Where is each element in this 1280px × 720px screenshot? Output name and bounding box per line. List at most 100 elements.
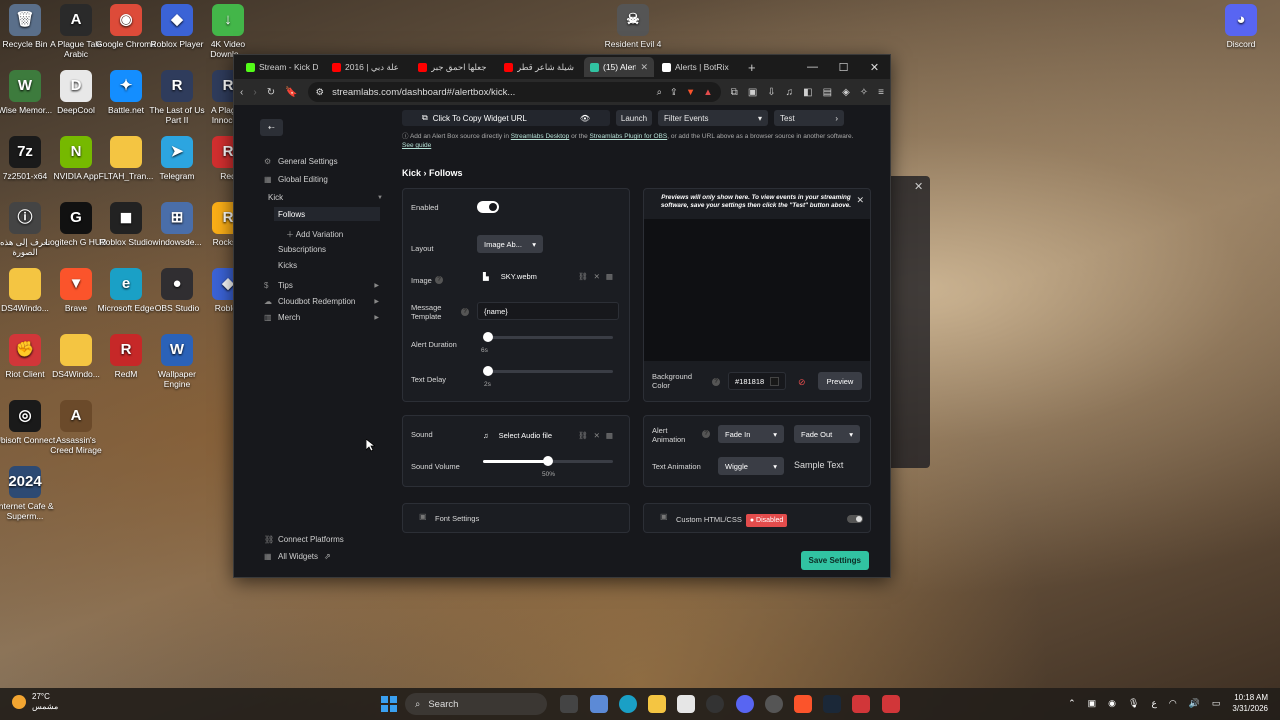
- browser-tab[interactable]: جعلها احمق جبر: [412, 57, 496, 77]
- filter-events-dropdown[interactable]: Filter Events ▾: [658, 110, 768, 126]
- back-to-dashboard-button[interactable]: ⇠: [260, 119, 283, 136]
- desktop-shortcut[interactable]: ☠ Resident Evil 4: [602, 4, 664, 49]
- discord-taskbar-icon[interactable]: [736, 695, 754, 713]
- sound-volume-slider[interactable]: [483, 456, 613, 466]
- brave-taskbar-icon[interactable]: [794, 695, 812, 713]
- vpn-icon[interactable]: ◈: [842, 87, 850, 98]
- sidebar-icon[interactable]: ◧: [803, 87, 812, 98]
- brave-shield-icon[interactable]: ▼: [686, 87, 695, 98]
- color-swatch[interactable]: [770, 376, 779, 386]
- menu-icon[interactable]: ≡: [878, 87, 884, 98]
- clear-icon[interactable]: ✕: [594, 431, 600, 440]
- close-window-button[interactable]: ✕: [859, 55, 890, 79]
- share-icon[interactable]: ⇪: [670, 87, 678, 98]
- minimize-button[interactable]: —: [797, 55, 828, 79]
- address-bar[interactable]: ⚙ streamlabs.com/dashboard#/alertbox/kic…: [307, 82, 721, 102]
- preview-button[interactable]: Preview: [818, 372, 862, 390]
- browser-tab[interactable]: شيلة شاعر قطر: [498, 57, 582, 77]
- zoom-icon[interactable]: ⌕: [657, 87, 662, 98]
- obs-taskbar-icon[interactable]: [706, 695, 724, 713]
- help-icon[interactable]: ?: [702, 430, 710, 438]
- steam-taskbar-icon[interactable]: [823, 695, 841, 713]
- slider-knob[interactable]: [483, 332, 493, 342]
- browser-tab[interactable]: Alerts | BotRix: [656, 57, 740, 77]
- bookmark-icon[interactable]: 🔖: [285, 87, 297, 98]
- leo-icon[interactable]: ✧: [860, 87, 868, 98]
- help-icon[interactable]: ?: [712, 378, 720, 386]
- calculator-icon[interactable]: [677, 695, 695, 713]
- desktop-shortcut[interactable]: 2024 Internet Cafe & Superm...: [0, 466, 56, 521]
- settings-taskbar-icon[interactable]: [765, 695, 783, 713]
- gallery-icon[interactable]: ▦: [606, 272, 613, 281]
- help-icon[interactable]: ?: [461, 308, 469, 316]
- taskbar-search[interactable]: ⌕ Search: [405, 693, 547, 715]
- obs-plugin-link[interactable]: Streamlabs Plugin for OBS: [590, 133, 668, 140]
- screenshot-icon[interactable]: ▣: [748, 87, 757, 98]
- custom-html-panel[interactable]: ▣ Custom HTML/CSS ● Disabled: [643, 503, 871, 533]
- see-guide-link[interactable]: See guide: [402, 142, 431, 149]
- sidebar-item-follows[interactable]: Follows: [274, 207, 380, 221]
- language-indicator[interactable]: ع: [1151, 698, 1156, 709]
- wifi-icon[interactable]: ◠: [1169, 698, 1177, 709]
- browser-tab[interactable]: 2016 | علة دبي: [326, 57, 410, 77]
- custom-html-toggle[interactable]: [847, 515, 863, 523]
- launch-button[interactable]: Launch: [616, 110, 652, 126]
- task-view-icon[interactable]: [560, 695, 578, 713]
- battery-icon[interactable]: ▭: [1212, 698, 1221, 709]
- background-window-close-icon[interactable]: ✕: [914, 180, 923, 193]
- eye-icon[interactable]: 👁: [580, 114, 590, 123]
- sidebar-item-tips[interactable]: $ Tips ▶: [264, 281, 379, 290]
- desktop-shortcut[interactable]: W Wallpaper Engine: [146, 334, 208, 389]
- chevron-up-icon[interactable]: ⌃: [1068, 698, 1076, 709]
- maximize-button[interactable]: ☐: [828, 55, 859, 79]
- slider-knob[interactable]: [543, 456, 553, 466]
- sidebar-item-cloudbot[interactable]: ☁ Cloudbot Redemption ▶: [264, 297, 379, 306]
- brave-rewards-icon[interactable]: ▲: [703, 87, 712, 98]
- downloads-icon[interactable]: ⇩: [767, 87, 775, 98]
- edge-taskbar-icon[interactable]: [619, 695, 637, 713]
- new-tab-button[interactable]: +: [740, 60, 764, 75]
- sidebar-item-general-settings[interactable]: ⚙ General Settings: [264, 157, 379, 166]
- sidebar-item-all-widgets[interactable]: ▦ All Widgets ⇗: [264, 552, 379, 561]
- add-variation-button[interactable]: ＋ Add Variation: [286, 229, 343, 240]
- media-icon[interactable]: ♫: [786, 87, 794, 98]
- text-animation-dropdown[interactable]: Wiggle ▾: [718, 457, 784, 475]
- enabled-toggle[interactable]: [477, 201, 499, 213]
- test-button[interactable]: Test ›: [774, 110, 844, 126]
- slider-knob[interactable]: [483, 366, 493, 376]
- wallet-icon[interactable]: ▤: [823, 87, 832, 98]
- sidebar-item-global-editing[interactable]: ▦ Global Editing: [264, 175, 379, 184]
- extensions-icon[interactable]: ⧉: [731, 87, 738, 98]
- sound-picker[interactable]: ♫ Select Audio file ⛓ ✕ ▦: [477, 426, 619, 444]
- microphone-icon[interactable]: 🎙: [1128, 698, 1139, 709]
- desktop-shortcut[interactable]: ↓ 4K Video Downlo...: [197, 4, 259, 59]
- fade-in-dropdown[interactable]: Fade In ▾: [718, 425, 784, 443]
- clear-icon[interactable]: ✕: [594, 272, 600, 281]
- sidebar-item-kick[interactable]: Kick ▼: [268, 193, 383, 202]
- alert-duration-slider[interactable]: [483, 332, 613, 342]
- streamlabs-desktop-link[interactable]: Streamlabs Desktop: [511, 133, 570, 140]
- site-info-icon[interactable]: ⚙: [316, 87, 325, 98]
- sidebar-item-subscriptions[interactable]: Subscriptions: [278, 245, 326, 254]
- link-icon[interactable]: ⛓: [578, 431, 588, 440]
- link-icon[interactable]: ⛓: [578, 272, 588, 281]
- widgets-icon[interactable]: [590, 695, 608, 713]
- close-tab-icon[interactable]: ✕: [640, 62, 648, 73]
- tray-app-icon[interactable]: ◉: [1108, 698, 1116, 709]
- app-taskbar-icon[interactable]: [882, 695, 900, 713]
- file-explorer-icon[interactable]: [648, 695, 666, 713]
- save-settings-button[interactable]: Save Settings: [800, 551, 869, 570]
- browser-tab[interactable]: Stream - Kick D: [240, 57, 324, 77]
- sidebar-item-kicks[interactable]: Kicks: [278, 261, 297, 270]
- sidebar-item-connect-platforms[interactable]: ⛓ Connect Platforms: [264, 535, 379, 544]
- close-icon[interactable]: ✕: [856, 195, 864, 206]
- desktop-shortcut[interactable]: A Assassin's Creed Mirage: [45, 400, 107, 455]
- sidebar-item-merch[interactable]: ▥ Merch ▶: [264, 313, 379, 322]
- clock[interactable]: 10:18 AM 3/31/2026: [1232, 692, 1268, 714]
- no-color-icon[interactable]: ⊘: [798, 377, 806, 388]
- back-icon[interactable]: ‹: [240, 87, 243, 98]
- weather-widget[interactable]: 27°C مشمس: [12, 692, 58, 712]
- text-delay-slider[interactable]: [483, 366, 613, 376]
- url-text[interactable]: streamlabs.com/dashboard#/alertbox/kick.…: [332, 87, 649, 98]
- font-settings-panel[interactable]: ▣ Font Settings: [402, 503, 630, 533]
